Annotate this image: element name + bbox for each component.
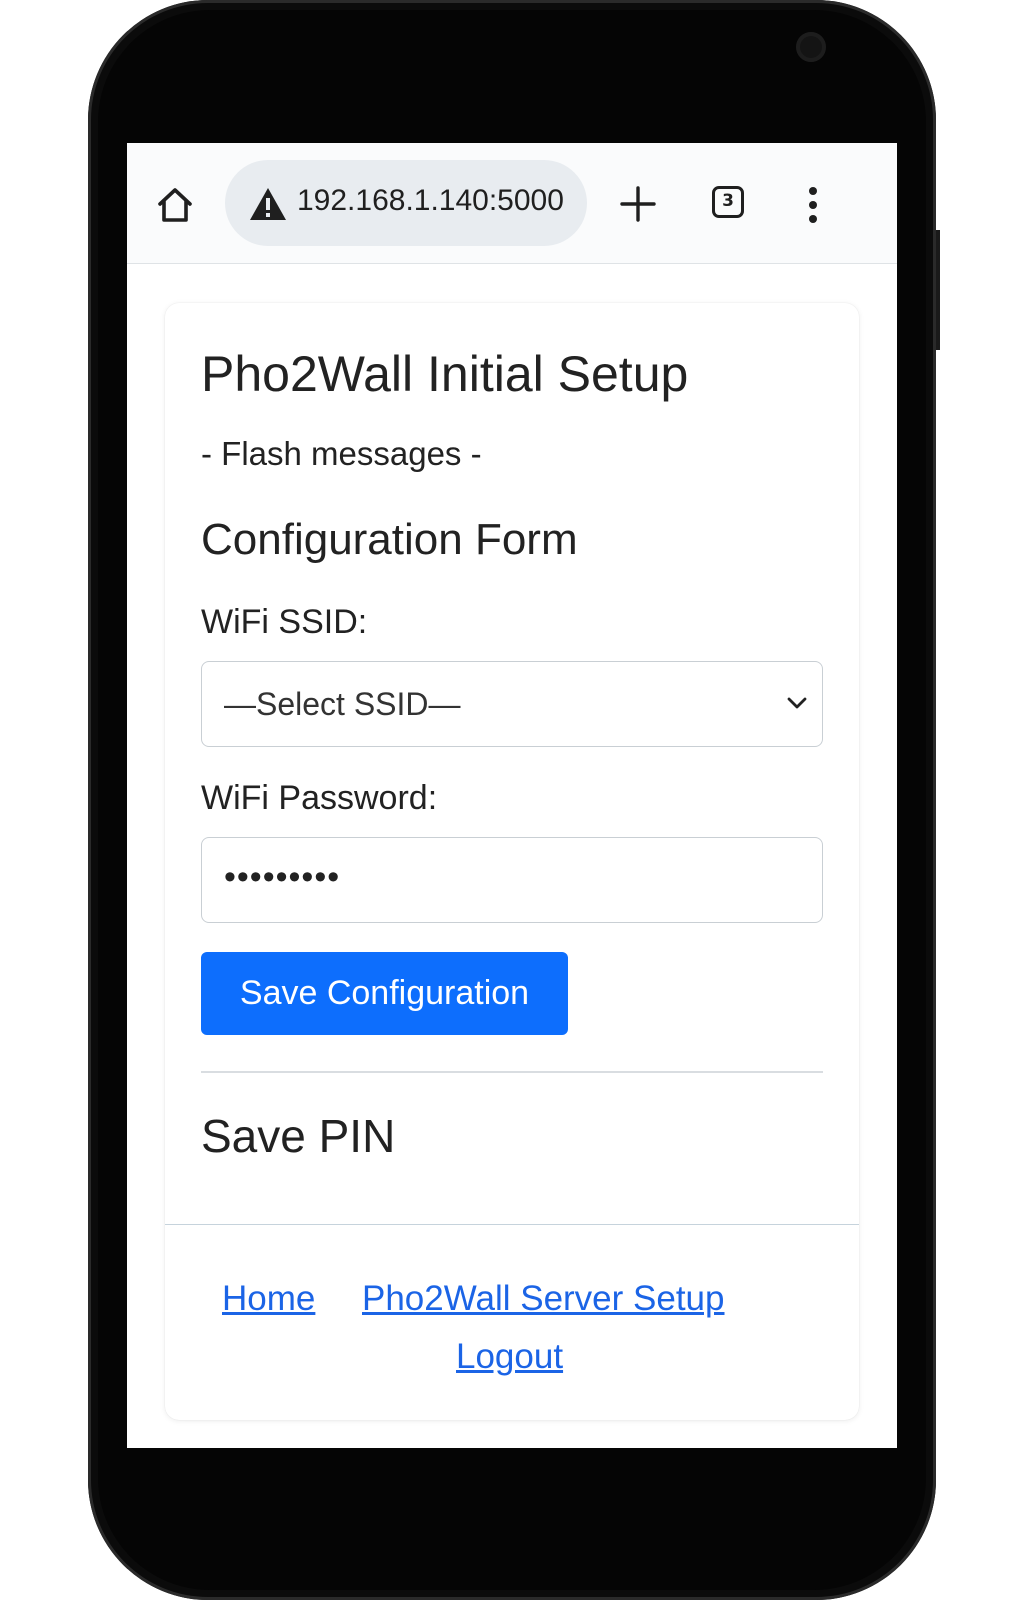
phone-screen: 192.168.1.140:5000 3 Pho2Wall Initial Se…: [127, 143, 897, 1448]
footer-link-server-setup[interactable]: Pho2Wall Server Setup: [362, 1279, 725, 1319]
wifi-ssid-label: WiFi SSID:: [201, 603, 368, 641]
footer-link-home[interactable]: Home: [222, 1279, 315, 1319]
not-secure-warning-icon: [250, 188, 286, 220]
save-configuration-button[interactable]: Save Configuration: [201, 952, 568, 1035]
browser-toolbar: 192.168.1.140:5000 3: [127, 143, 897, 264]
wifi-password-label: WiFi Password:: [201, 779, 438, 817]
wifi-ssid-selected-value: —Select SSID—: [224, 686, 461, 722]
flash-messages: - Flash messages -: [201, 435, 482, 472]
more-vertical-icon: [809, 187, 817, 223]
page-title: Pho2Wall Initial Setup: [201, 346, 689, 402]
url-text: 192.168.1.140:5000: [297, 184, 564, 217]
footer-divider: [165, 1224, 859, 1225]
address-bar[interactable]: 192.168.1.140:5000: [225, 160, 587, 246]
section-divider: [201, 1071, 823, 1073]
wifi-ssid-select[interactable]: —Select SSID—: [201, 661, 823, 747]
save-pin-title: Save PIN: [201, 1110, 396, 1162]
wifi-password-value: •••••••••: [224, 858, 341, 896]
new-tab-button[interactable]: [619, 185, 657, 223]
wifi-password-field[interactable]: •••••••••: [201, 837, 823, 923]
footer-link-logout[interactable]: Logout: [456, 1337, 563, 1377]
side-button: [936, 230, 940, 350]
home-button[interactable]: [155, 185, 195, 225]
browser-menu-button[interactable]: [803, 185, 823, 225]
front-camera: [796, 32, 826, 62]
home-icon: [158, 188, 192, 222]
chevron-down-icon: [787, 697, 807, 709]
plus-icon: [620, 186, 656, 222]
configuration-form-title: Configuration Form: [201, 515, 578, 564]
setup-card: Pho2Wall Initial Setup - Flash messages …: [165, 303, 859, 1420]
tab-switcher-button[interactable]: 3: [712, 186, 744, 218]
